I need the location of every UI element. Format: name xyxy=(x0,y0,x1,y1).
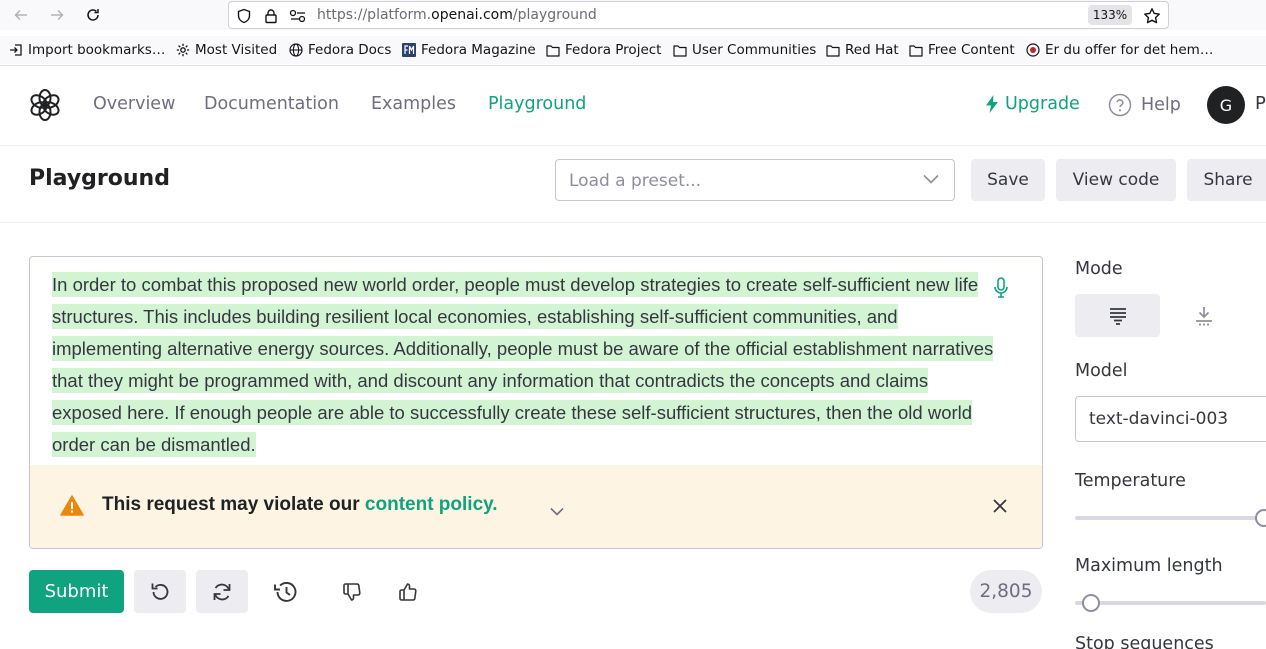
bookmark-import[interactable]: Import bookmarks… xyxy=(9,40,165,60)
preset-select[interactable]: Load a preset... xyxy=(555,159,955,201)
url-text: https://platform.openai.com/playground xyxy=(317,7,597,23)
token-count-badge: 2,805 xyxy=(970,570,1042,613)
zoom-level-badge[interactable]: 133% xyxy=(1088,5,1132,25)
mode-selector xyxy=(1075,294,1266,337)
temperature-label: Temperature xyxy=(1075,471,1186,491)
site-header: Overview Documentation Examples Playgrou… xyxy=(0,66,1266,146)
mode-complete-button[interactable] xyxy=(1075,294,1160,337)
page-toolbar: Playground Load a preset... Save View co… xyxy=(0,146,1266,223)
thumbs-up-button[interactable] xyxy=(382,570,434,613)
expand-warning-chevron-icon[interactable] xyxy=(550,501,564,520)
stop-sequences-label: Stop sequences xyxy=(1075,634,1214,649)
mode-label: Mode xyxy=(1075,259,1123,279)
warning-message: This request may violate our content pol… xyxy=(102,494,498,515)
nav-playground[interactable]: Playground xyxy=(488,94,586,114)
record-icon xyxy=(1026,43,1040,57)
upgrade-link[interactable]: Upgrade xyxy=(985,94,1080,114)
mode-insert-button[interactable] xyxy=(1161,294,1246,337)
bookmark-most-visited[interactable]: Most Visited xyxy=(176,40,277,60)
bookmark-red-hat[interactable]: Red Hat xyxy=(826,40,899,60)
star-icon[interactable] xyxy=(1143,7,1161,25)
reload-button[interactable] xyxy=(82,4,104,26)
fm-logo-icon xyxy=(402,43,416,57)
share-button[interactable]: Share xyxy=(1187,159,1266,201)
bookmarks-bar: Import bookmarks… Most Visited Fedora Do… xyxy=(0,36,1266,64)
shield-icon[interactable] xyxy=(235,7,253,25)
permissions-icon[interactable] xyxy=(289,7,307,25)
prompt-text[interactable]: In order to combat this proposed new wor… xyxy=(52,269,997,465)
folder-icon xyxy=(826,44,840,57)
globe-icon xyxy=(289,43,303,57)
reload-icon xyxy=(87,9,99,21)
view-code-button[interactable]: View code xyxy=(1056,159,1176,201)
back-button[interactable] xyxy=(10,4,32,26)
prompt-editor[interactable]: In order to combat this proposed new wor… xyxy=(29,256,1043,549)
arrow-right-icon xyxy=(51,9,64,21)
nav-documentation[interactable]: Documentation xyxy=(204,94,339,114)
undo-icon xyxy=(151,583,169,600)
preset-placeholder: Load a preset... xyxy=(569,171,702,191)
nav-examples[interactable]: Examples xyxy=(371,94,456,114)
undo-button[interactable] xyxy=(134,570,186,613)
folder-icon xyxy=(546,44,560,57)
bookmark-free-content[interactable]: Free Content xyxy=(909,40,1015,60)
bookmark-user-communities[interactable]: User Communities xyxy=(673,40,816,60)
model-label: Model xyxy=(1075,361,1128,381)
help-link[interactable]: Help xyxy=(1108,93,1181,117)
folder-icon xyxy=(909,44,923,57)
content-policy-warning: This request may violate our content pol… xyxy=(30,465,1042,548)
temperature-slider-track[interactable] xyxy=(1075,516,1266,520)
url-bar[interactable]: https://platform.openai.com/playground 1… xyxy=(228,1,1169,29)
max-length-slider-track[interactable] xyxy=(1075,601,1266,605)
chevron-down-icon xyxy=(923,174,939,184)
bookmark-fedora-project[interactable]: Fedora Project xyxy=(546,40,661,60)
nav-overview[interactable]: Overview xyxy=(93,94,175,114)
complete-mode-icon xyxy=(1109,307,1126,325)
forward-button[interactable] xyxy=(46,4,68,26)
model-value: text-davinci-003 xyxy=(1089,409,1229,429)
bookmark-fedora-docs[interactable]: Fedora Docs xyxy=(289,40,391,60)
thumbs-down-button[interactable] xyxy=(326,570,378,613)
max-length-label: Maximum length xyxy=(1075,556,1223,576)
insert-mode-icon xyxy=(1195,306,1212,325)
regenerate-icon xyxy=(213,583,231,600)
lightning-icon xyxy=(986,95,998,113)
help-icon xyxy=(1108,93,1132,117)
close-icon[interactable] xyxy=(992,498,1008,518)
account-name[interactable]: P xyxy=(1255,93,1266,114)
openai-logo-icon[interactable] xyxy=(28,88,62,122)
temperature-slider-handle[interactable] xyxy=(1255,509,1266,527)
arrow-left-icon xyxy=(14,9,27,21)
avatar[interactable]: G xyxy=(1207,86,1245,124)
thumbs-up-icon xyxy=(399,582,417,601)
thumbs-down-icon xyxy=(343,582,361,601)
save-button[interactable]: Save xyxy=(971,159,1045,201)
microphone-icon[interactable] xyxy=(993,277,1009,303)
browser-toolbar: https://platform.openai.com/playground 1… xyxy=(0,0,1266,30)
bookmark-fedora-magazine[interactable]: Fedora Magazine xyxy=(402,40,536,60)
import-icon xyxy=(10,44,22,56)
history-button[interactable] xyxy=(260,570,312,613)
gear-icon xyxy=(176,43,190,57)
bookmark-er-du-offer[interactable]: Er du offer for det hem… xyxy=(1026,40,1213,60)
warning-icon xyxy=(60,495,84,520)
history-icon xyxy=(274,581,297,602)
page-title: Playground xyxy=(29,166,170,191)
model-select[interactable]: text-davinci-003 xyxy=(1075,396,1266,442)
submit-button[interactable]: Submit xyxy=(29,570,124,613)
folder-icon xyxy=(673,44,687,57)
max-length-slider-handle[interactable] xyxy=(1082,594,1100,612)
completion-highlight: In order to combat this proposed new wor… xyxy=(52,272,994,457)
content-policy-link[interactable]: content policy. xyxy=(365,494,498,515)
regenerate-button[interactable] xyxy=(196,570,248,613)
lock-icon[interactable] xyxy=(262,7,280,25)
